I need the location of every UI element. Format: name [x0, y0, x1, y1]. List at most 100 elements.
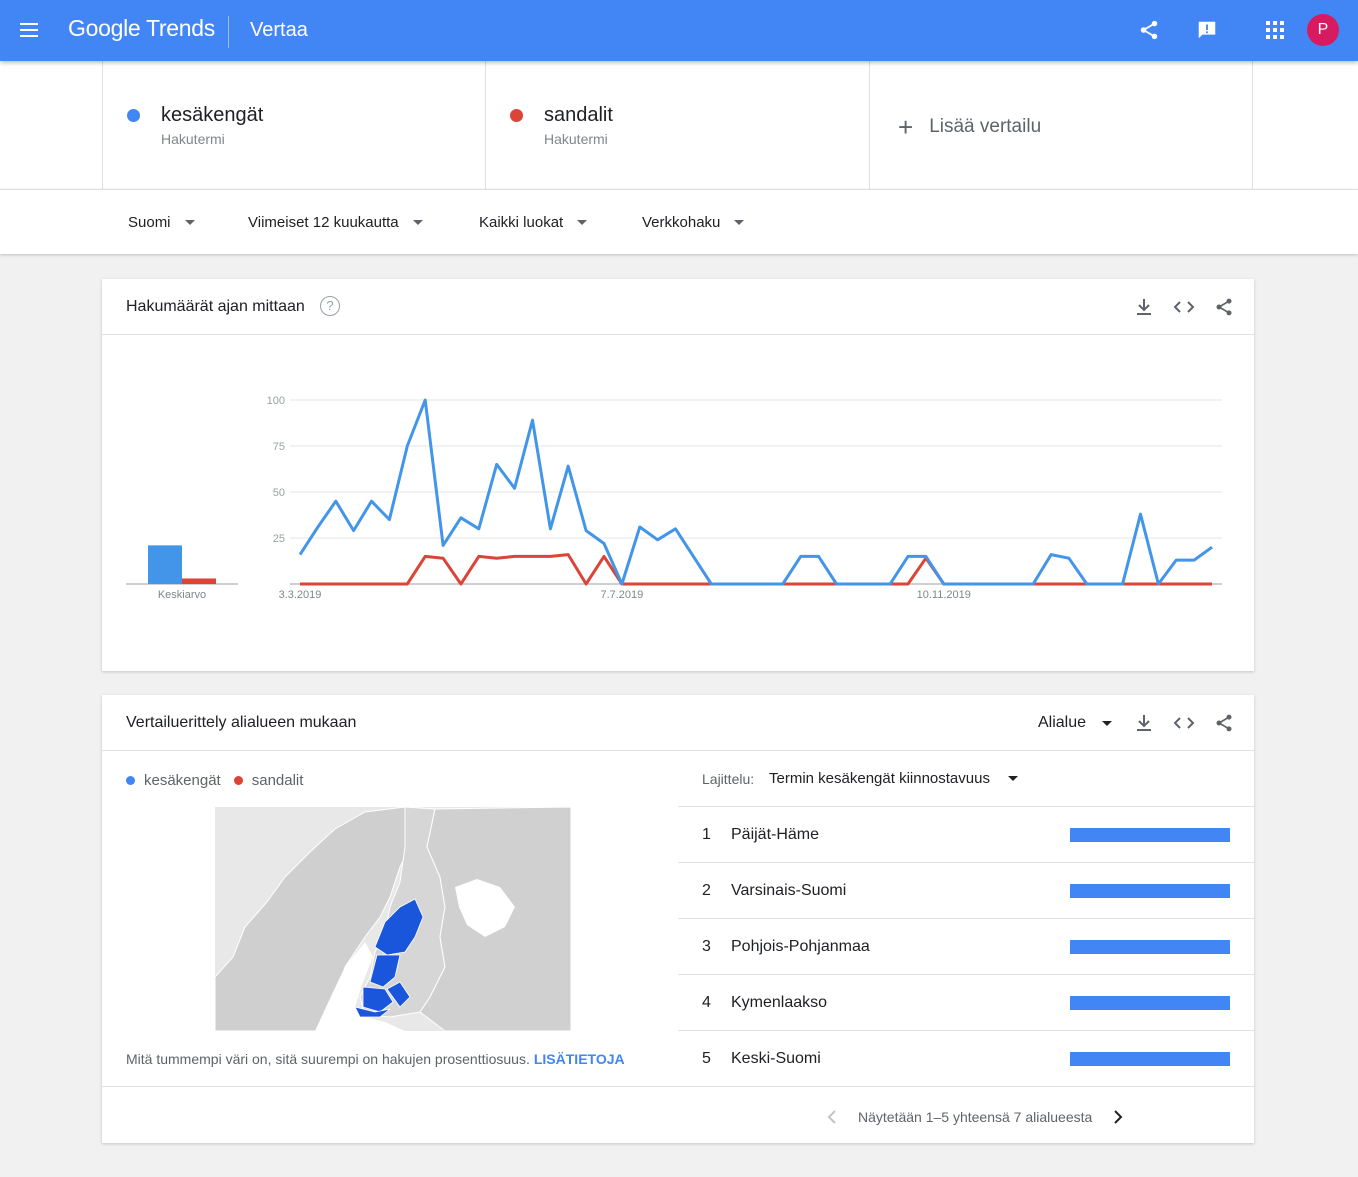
term-color-dot [127, 109, 140, 122]
apps-grid-icon[interactable] [1259, 14, 1291, 46]
time-range-value: Viimeiset 12 kuukautta [248, 214, 399, 231]
caret-down-icon [412, 220, 423, 225]
x-tick-label: 7.7.2019 [600, 589, 643, 601]
y-tick-label: 50 [273, 487, 285, 499]
share-bar [1070, 1052, 1230, 1066]
term-card-kesakengat[interactable]: kesäkengät Hakutermi [102, 61, 486, 189]
average-label: Keskiarvo [158, 589, 206, 601]
share-bar [1070, 940, 1230, 954]
term-name: sandalit [544, 104, 613, 126]
plus-icon: + [898, 112, 914, 142]
legend-item: kesäkengät [126, 772, 221, 789]
region-value: Suomi [128, 214, 171, 231]
term-type: Hakutermi [544, 131, 608, 147]
rank-number: 4 [702, 994, 711, 1011]
interest-chart: 25 50 75 100 3.3.2019 7.7.2019 10.11.2019 Keski… [102, 335, 1254, 671]
rank-number: 1 [702, 826, 711, 843]
card-title: Hakumäärät ajan mittaan [126, 298, 305, 315]
y-tick-label: 100 [267, 395, 285, 407]
logo-divider [228, 16, 229, 48]
term-card-sandalit[interactable]: sandalit Hakutermi [485, 61, 869, 189]
share-bar-fill [1070, 884, 1230, 898]
page-title: Vertaa [250, 19, 308, 41]
search-type-value: Verkkohaku [642, 214, 721, 231]
legend-dot [126, 776, 135, 785]
card-header: Vertailuerittely alialueen mukaan Alialu… [102, 695, 1254, 751]
share-bar-fill [1070, 1052, 1230, 1066]
category-dropdown[interactable]: Kaikki luokat [479, 214, 588, 231]
x-tick-label: 10.11.2019 [917, 589, 971, 601]
next-page-icon[interactable] [1106, 1108, 1130, 1126]
pagination: Näytetään 1–5 yhteensä 7 alialueesta [820, 1108, 1130, 1126]
region-dropdown[interactable]: Suomi [128, 214, 195, 231]
region-name: Varsinais-Suomi [731, 882, 847, 899]
legend-item: sandalit [233, 772, 304, 789]
table-row[interactable]: 2 Varsinais-Suomi [678, 863, 1254, 919]
resolution-value: Alialue [1038, 714, 1087, 731]
card-title: Vertailuerittely alialueen mukaan [126, 714, 357, 731]
menu-icon[interactable] [16, 16, 44, 44]
sort-value: Termin kesäkengät kiinnostavuus [769, 770, 990, 787]
legend-label: kesäkengät [144, 772, 221, 789]
embed-code-icon[interactable] [1172, 295, 1196, 319]
google-trends-logo[interactable]: Google Trends [68, 15, 215, 42]
line-chart[interactable]: 25 50 75 100 3.3.2019 7.7.2019 10.11.2019 Keski… [102, 335, 1254, 671]
table-row[interactable]: 4 Kymenlaakso [678, 975, 1254, 1031]
table-row[interactable]: 5 Keski-Suomi [678, 1031, 1254, 1087]
region-name: Kymenlaakso [731, 994, 828, 1011]
share-icon[interactable] [1133, 14, 1165, 46]
average-bar [182, 578, 216, 584]
sort-row: Lajittelu: Termin kesäkengät kiinnostavu… [678, 751, 1254, 807]
region-map[interactable] [214, 806, 572, 1032]
help-icon[interactable]: ? [320, 296, 340, 316]
average-bar [148, 545, 182, 584]
rank-number: 5 [702, 1050, 711, 1067]
map-note-text: Mitä tummempi väri on, sitä suurempi on … [126, 1051, 530, 1067]
region-name: Päijät-Häme [731, 826, 820, 843]
share-icon[interactable] [1212, 711, 1236, 735]
interest-over-time-card: Hakumäärät ajan mittaan ? 25 50 75 100 3.3.2… [102, 279, 1254, 671]
card-header: Hakumäärät ajan mittaan ? [102, 279, 1254, 335]
y-tick-label: 25 [273, 533, 285, 545]
search-type-dropdown[interactable]: Verkkohaku [642, 214, 745, 231]
previous-page-icon[interactable] [820, 1108, 844, 1126]
x-tick-label: 3.3.2019 [279, 589, 322, 601]
time-range-dropdown[interactable]: Viimeiset 12 kuukautta [248, 214, 423, 231]
share-bar [1070, 996, 1230, 1010]
add-comparison-label: Lisää vertailu [929, 116, 1042, 137]
table-row[interactable]: 1 Päijät-Häme [678, 807, 1254, 863]
avatar[interactable]: P [1307, 14, 1339, 46]
comparison-terms: kesäkengät Hakutermi sandalit Hakutermi … [0, 61, 1358, 189]
caret-down-icon [1102, 720, 1113, 726]
share-bar-fill [1070, 996, 1230, 1010]
map-legend: kesäkengät sandalit [126, 772, 316, 789]
resolution-dropdown[interactable]: Alialue [1038, 714, 1113, 732]
term-color-dot [510, 109, 523, 122]
learn-more-link[interactable]: LISÄTIETOJA [534, 1051, 625, 1067]
share-bar-fill [1070, 828, 1230, 842]
sort-label: Lajittelu: [702, 771, 755, 787]
compared-breakdown-card: Vertailuerittely alialueen mukaan Alialu… [102, 695, 1254, 1143]
map-footnote: Mitä tummempi väri on, sitä suurempi on … [126, 1051, 625, 1067]
filter-bar: Suomi Viimeiset 12 kuukautta Kaikki luok… [0, 189, 1358, 254]
legend-label: sandalit [251, 772, 304, 789]
share-icon[interactable] [1212, 295, 1236, 319]
top-app-bar: Google Trends Vertaa P [0, 0, 1358, 61]
sort-dropdown[interactable]: Termin kesäkengät kiinnostavuus [769, 770, 1018, 787]
share-bar [1070, 828, 1230, 842]
share-bar-fill [1070, 940, 1230, 954]
feedback-icon[interactable] [1191, 14, 1223, 46]
pager-divider [102, 1086, 1254, 1087]
y-tick-label: 75 [273, 441, 285, 453]
download-icon[interactable] [1132, 711, 1156, 735]
add-comparison-button[interactable]: + Lisää vertailu [869, 61, 1253, 189]
caret-down-icon [184, 220, 195, 225]
download-icon[interactable] [1132, 295, 1156, 319]
embed-code-icon[interactable] [1172, 711, 1196, 735]
table-row[interactable]: 3 Pohjois-Pohjanmaa [678, 919, 1254, 975]
pagination-text: Näytetään 1–5 yhteensä 7 alialueesta [858, 1109, 1093, 1125]
caret-down-icon [734, 220, 745, 225]
legend-dot [233, 776, 243, 785]
caret-down-icon [577, 220, 588, 225]
category-value: Kaikki luokat [479, 214, 564, 231]
